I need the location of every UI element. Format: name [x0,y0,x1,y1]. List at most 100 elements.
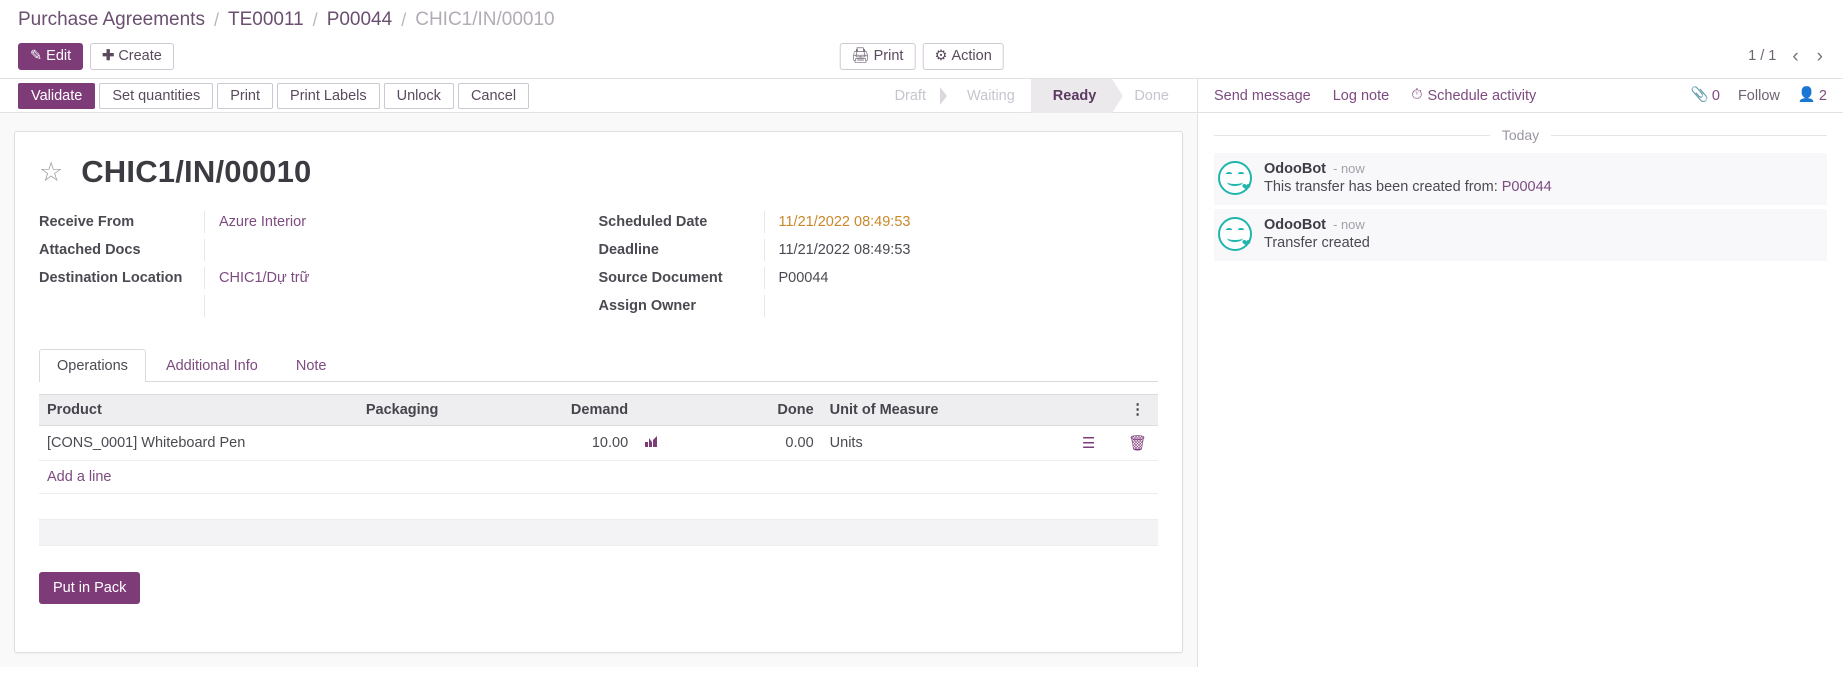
send-message-button[interactable]: Send message [1214,88,1311,104]
clock-icon: ⏱ [1411,88,1422,103]
chevron-right-icon[interactable]: › [1815,47,1825,66]
field-spacer [39,292,599,320]
column-packaging[interactable]: Packaging [358,395,509,426]
trash-icon[interactable]: 🗑 [1128,435,1147,452]
page-body: Validate Set quantities Print Print Labe… [0,78,1843,667]
schedule-activity-button[interactable]: ⏱ Schedule activity [1411,88,1536,104]
breadcrumb-separator: / [313,10,318,31]
heart-icon: ❤ [1242,239,1251,250]
cell-product[interactable]: [CONS_0001] Whiteboard Pen [39,426,358,461]
message-timestamp: - now [1333,161,1365,176]
edit-button-label: Edit [46,48,71,64]
message-header: OdooBot - now [1264,161,1823,177]
field-value-attached-docs[interactable] [204,239,599,261]
field-value-receive-from[interactable]: Azure Interior [204,211,599,233]
field-value-destination-location[interactable]: CHIC1/Dự trữ [204,267,599,289]
add-line-row: Add a line [39,461,1158,494]
follow-button[interactable]: Follow [1738,88,1780,104]
star-outline-icon[interactable]: ☆ [39,159,63,186]
print-labels-button[interactable]: Print Labels [277,83,380,109]
chatter-pane: Send message Log note ⏱ Schedule activit… [1197,79,1843,667]
column-done[interactable]: Done [683,395,822,426]
breadcrumb-item-current: CHIC1/IN/00010 [415,9,554,31]
control-panel-center: 🖨 Print ⚙ Action [839,43,1004,70]
field-value-deadline[interactable]: 11/21/2022 08:49:53 [764,239,1159,261]
stage-draft[interactable]: Draft [873,79,942,113]
field-label: Destination Location [39,270,204,286]
column-actions [1025,395,1118,426]
breadcrumb-item-2[interactable]: P00044 [327,9,393,31]
set-quantities-button[interactable]: Set quantities [99,83,213,109]
field-label: Deadline [599,242,764,258]
followers-count: 2 [1819,88,1827,104]
chevron-left-icon[interactable]: ‹ [1790,47,1800,66]
status-pipeline: Draft Waiting Ready Done [873,79,1197,113]
print-menu-label: Print [874,48,904,64]
cell-actions: ☰ [1025,426,1118,461]
put-in-pack-button[interactable]: Put in Pack [39,572,140,604]
avatar-mouth [1227,178,1243,186]
field-label: Scheduled Date [599,214,764,230]
field-receive-from: Receive From Azure Interior [39,208,599,236]
cell-unit-of-measure[interactable]: Units [822,426,1025,461]
message-author: OdooBot [1264,161,1326,177]
attachments-counter[interactable]: 📎 0 [1691,88,1720,104]
cell-demand[interactable]: 10.00 [509,426,637,461]
tab-operations[interactable]: Operations [39,349,146,382]
action-menu-button[interactable]: ⚙ Action [922,43,1003,70]
field-label: Receive From [39,214,204,230]
breadcrumb-item-1[interactable]: TE00011 [228,9,304,31]
avatar-eye-left [1226,172,1232,175]
vertical-dots-icon[interactable]: ⋮ [1117,395,1158,426]
breadcrumb-item-0[interactable]: Purchase Agreements [18,9,205,31]
breadcrumb: Purchase Agreements / TE00011 / P00044 /… [0,0,1843,40]
field-assign-owner: Assign Owner [599,292,1159,320]
tab-additional-info[interactable]: Additional Info [148,349,276,382]
column-demand[interactable]: Demand [509,395,637,426]
field-value-source-document[interactable]: P00044 [764,267,1159,289]
cell-done[interactable]: 0.00 [683,426,822,461]
create-button[interactable]: ✚ Create [90,43,174,70]
user-icon: 👤 [1798,88,1816,103]
blank-cell [39,494,1158,520]
control-panel-left: ✎ Edit ✚ Create [18,43,174,70]
stage-ready[interactable]: Ready [1031,79,1113,113]
field-destination-location: Destination Location CHIC1/Dự trữ [39,264,599,292]
page-title: CHIC1/IN/00010 [81,154,311,190]
field-attached-docs: Attached Docs [39,236,599,264]
table-row[interactable]: [CONS_0001] Whiteboard Pen 10.00 [39,426,1158,461]
control-panel: ✎ Edit ✚ Create 🖨 Print ⚙ Action 1 / 1 ‹… [0,40,1843,78]
edit-button[interactable]: ✎ Edit [18,43,83,70]
message-body: OdooBot - now This transfer has been cre… [1264,161,1823,195]
pager-value: 1 / 1 [1748,48,1776,64]
validate-button[interactable]: Validate [18,83,95,109]
list-lines-icon[interactable]: ☰ [1082,435,1095,452]
forecast-chart-icon[interactable] [636,426,682,461]
unlock-button[interactable]: Unlock [384,83,454,109]
avatar-eye-right [1238,228,1244,231]
field-value-scheduled-date[interactable]: 11/21/2022 08:49:53 [764,211,1159,233]
sheet-footer: Put in Pack [39,572,1158,604]
schedule-activity-label: Schedule activity [1428,88,1537,104]
form-pane: Validate Set quantities Print Print Labe… [0,79,1197,667]
chatter-toolbar-right: 📎 0 Follow 👤 2 [1691,88,1827,104]
day-separator: Today [1214,127,1827,143]
chatter-message: ❤ OdooBot - now Transfer created [1214,209,1827,261]
message-reference-link[interactable]: P00044 [1502,179,1552,195]
log-note-button[interactable]: Log note [1333,88,1389,104]
forecast-chart-svg [644,435,658,448]
print-button[interactable]: Print [217,83,273,109]
stage-waiting[interactable]: Waiting [945,79,1031,113]
add-a-line-button[interactable]: Add a line [47,469,112,485]
followers-counter[interactable]: 👤 2 [1798,88,1827,104]
tab-note[interactable]: Note [278,349,345,382]
avatar-eye-right [1238,172,1244,175]
cancel-button[interactable]: Cancel [458,83,529,109]
print-menu-button[interactable]: 🖨 Print [839,43,915,70]
column-unit-of-measure[interactable]: Unit of Measure [822,395,1025,426]
field-value-assign-owner[interactable] [764,295,1159,317]
column-forecast [636,395,682,426]
field-label: Source Document [599,270,764,286]
cell-packaging[interactable] [358,426,509,461]
column-product[interactable]: Product [39,395,358,426]
